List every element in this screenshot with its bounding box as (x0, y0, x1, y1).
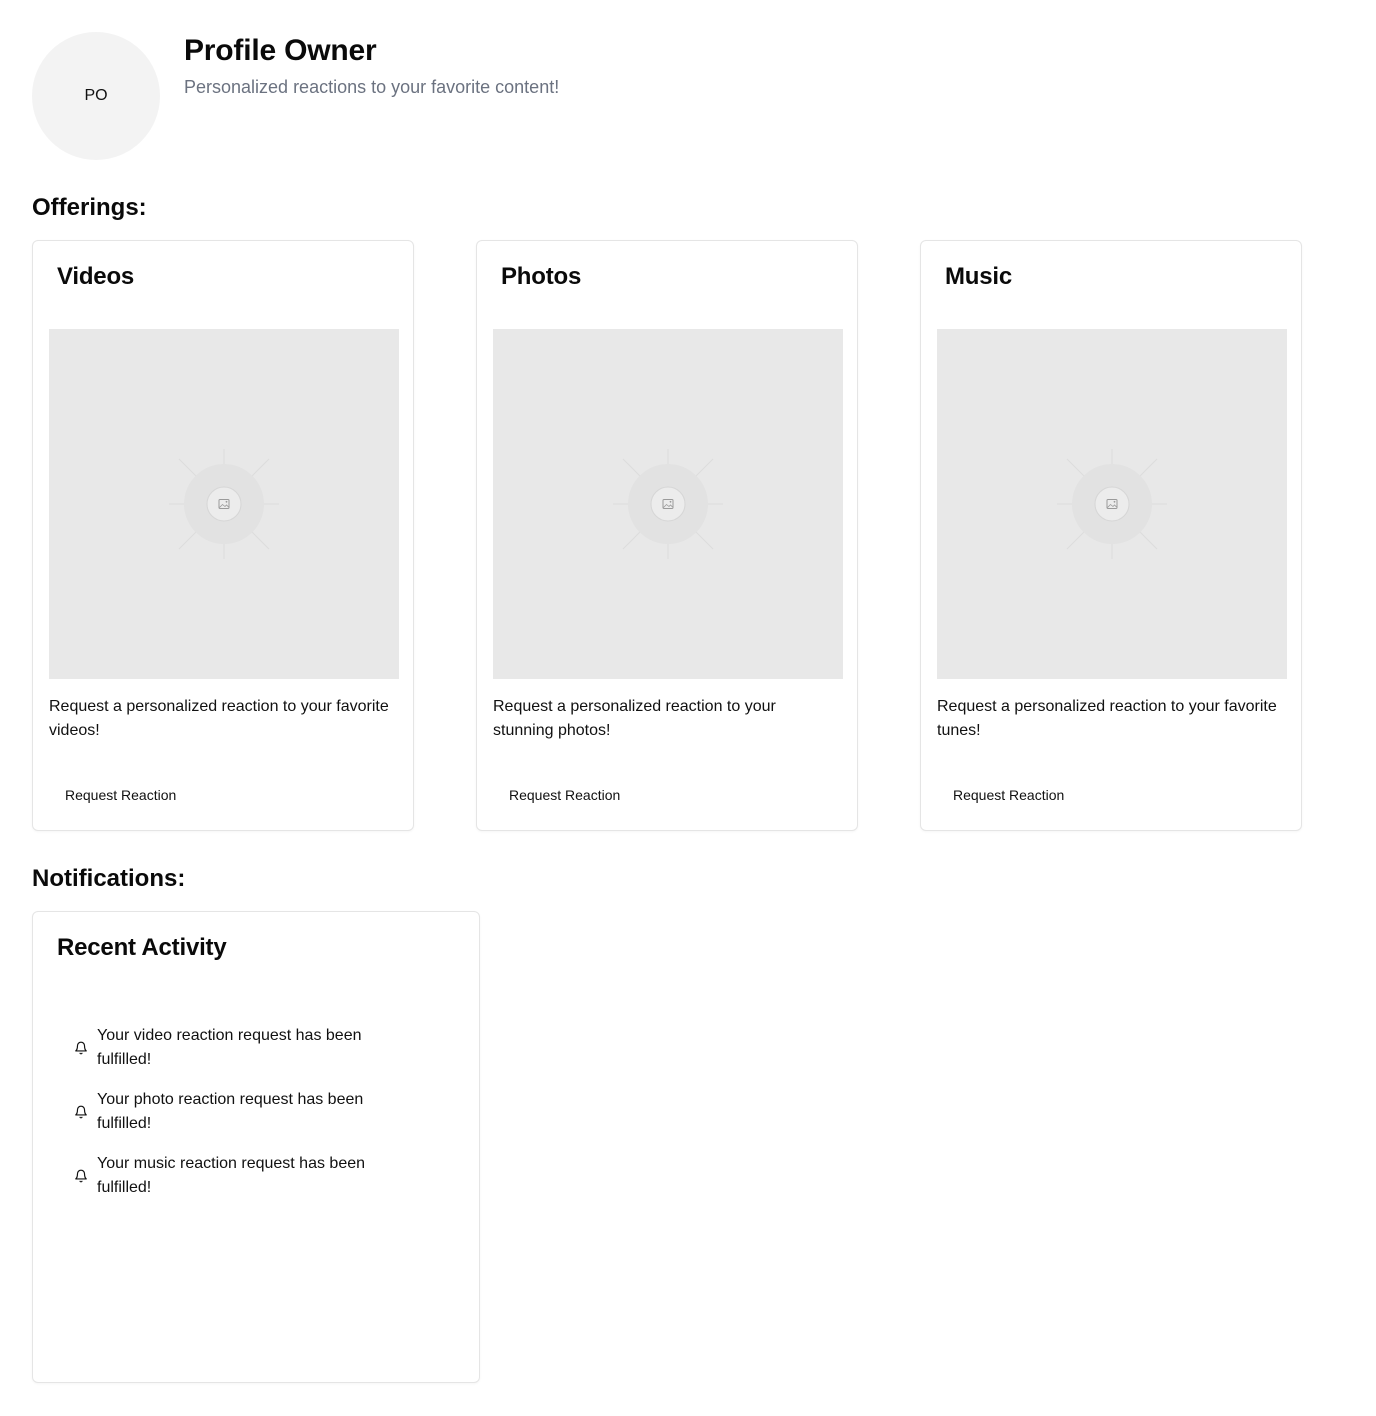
image-placeholder-icon (169, 449, 279, 559)
activity-text: Your photo reaction request has been ful… (97, 1091, 364, 1132)
offering-card-photos: Photos Request a personalized reaction t… (476, 240, 858, 831)
offering-image-placeholder (937, 329, 1287, 679)
profile-header: PO Profile Owner Personalized reactions … (32, 32, 1307, 160)
recent-activity-card: Recent Activity Your video reaction requ… (32, 911, 480, 1383)
bell-icon (73, 1040, 89, 1056)
list-item: Your video reaction request has been ful… (73, 1024, 413, 1072)
avatar: PO (32, 32, 160, 160)
recent-activity-title: Recent Activity (57, 934, 227, 961)
profile-info: Profile Owner Personalized reactions to … (184, 32, 559, 101)
request-reaction-button[interactable]: Request Reaction (493, 779, 636, 811)
offerings-heading: Offerings: (32, 194, 147, 221)
avatar-initials: PO (84, 87, 108, 104)
offering-description: Request a personalized reaction to your … (49, 698, 389, 739)
offering-image-placeholder (49, 329, 399, 679)
offering-description: Request a personalized reaction to your … (937, 698, 1277, 739)
offering-title: Videos (57, 263, 135, 290)
offering-card-videos: Videos Request a personalized reaction t… (32, 240, 414, 831)
request-reaction-button[interactable]: Request Reaction (49, 779, 192, 811)
offering-card-music: Music Request a personalized reaction to… (920, 240, 1302, 831)
activity-text: Your video reaction request has been ful… (97, 1027, 362, 1068)
profile-name: Profile Owner (184, 34, 377, 67)
list-item: Your photo reaction request has been ful… (73, 1088, 413, 1136)
offering-image-placeholder (493, 329, 843, 679)
activity-text: Your music reaction request has been ful… (97, 1155, 366, 1196)
offering-description: Request a personalized reaction to your … (493, 698, 776, 739)
profile-page: PO Profile Owner Personalized reactions … (32, 32, 1307, 1383)
offering-title: Music (945, 263, 1013, 290)
request-reaction-button[interactable]: Request Reaction (937, 779, 1080, 811)
list-item: Your music reaction request has been ful… (73, 1152, 413, 1200)
image-placeholder-icon (613, 449, 723, 559)
image-placeholder-icon (1057, 449, 1167, 559)
notifications-heading: Notifications: (32, 865, 186, 892)
bell-icon (73, 1168, 89, 1184)
bell-icon (73, 1104, 89, 1120)
offering-title: Photos (501, 263, 582, 290)
activity-list: Your video reaction request has been ful… (73, 1024, 413, 1216)
offerings-grid: Videos Request a personalized reaction t… (32, 240, 1307, 831)
profile-tagline: Personalized reactions to your favorite … (184, 77, 560, 97)
